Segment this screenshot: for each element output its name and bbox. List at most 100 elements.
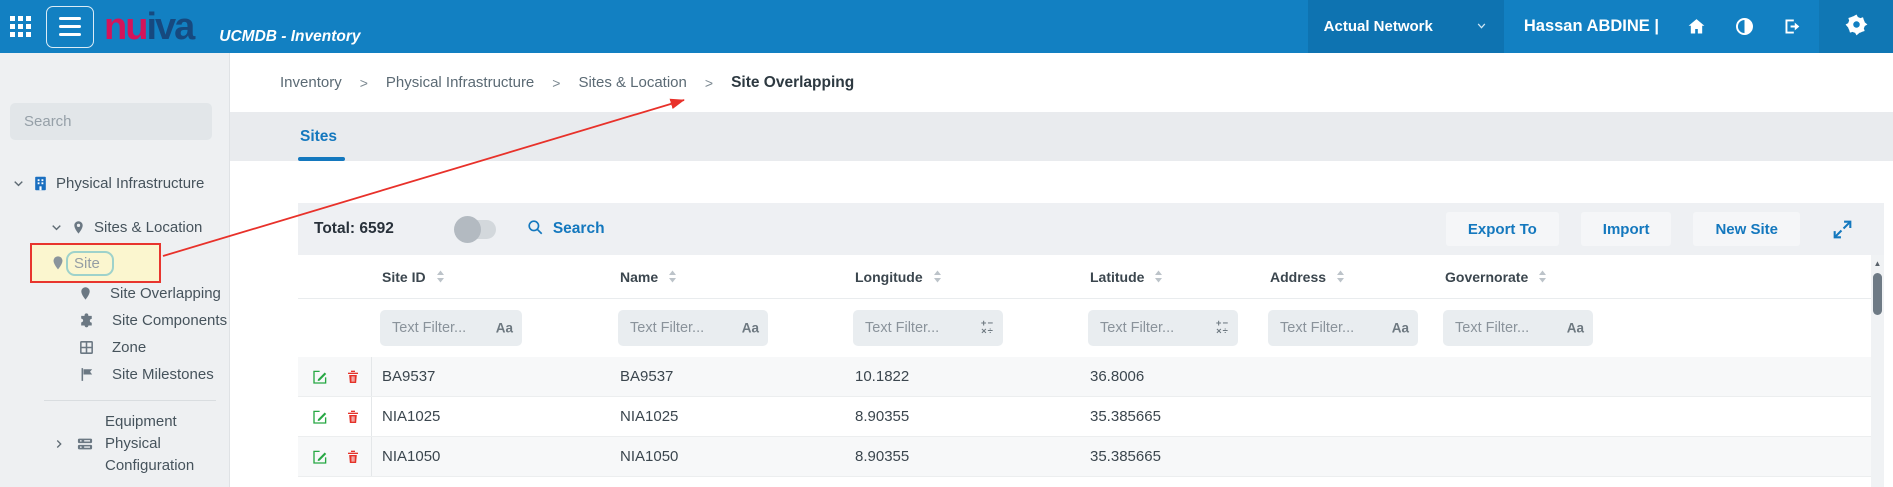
sidebar-item-physical-infrastructure[interactable]: Physical Infrastructure xyxy=(12,168,204,198)
breadcrumb-separator: > xyxy=(360,75,368,91)
filter-toggle-switch[interactable] xyxy=(456,220,496,239)
sort-icon[interactable] xyxy=(435,269,446,284)
sort-icon[interactable] xyxy=(1153,269,1164,284)
sidebar-item-label: Zone xyxy=(112,339,146,356)
toggle-knob xyxy=(454,216,481,243)
cell-latitude: 35.385665 xyxy=(1080,448,1260,465)
edit-row-icon[interactable] xyxy=(311,368,329,386)
import-button[interactable]: Import xyxy=(1581,212,1672,246)
sidebar-item-zone[interactable]: Zone xyxy=(78,333,146,361)
home-icon[interactable] xyxy=(1685,16,1707,38)
text-filter-mode-icon[interactable]: Aa xyxy=(742,321,759,336)
text-filter-mode-icon[interactable]: Aa xyxy=(1392,321,1409,336)
cell-name: NIA1025 xyxy=(610,408,845,425)
table-toolbar: Total: 6592 Search Export To Import New … xyxy=(298,203,1884,255)
settings-zone[interactable] xyxy=(1819,0,1893,53)
table-filter-row: Aa Aa +− ×÷ +− ×÷ Aa xyxy=(298,299,1884,357)
edit-row-icon[interactable] xyxy=(311,408,329,426)
location-pin-icon xyxy=(50,254,66,272)
breadcrumb-item-sites-and-location[interactable]: Sites & Location xyxy=(578,74,686,91)
sidebar-item-label: Sites & Location xyxy=(94,219,202,236)
nuiva-logo: nuiva xyxy=(104,8,193,46)
sidebar-item-site-components[interactable]: Site Components xyxy=(78,306,227,334)
column-header-longitude[interactable]: Longitude xyxy=(845,269,1080,285)
cell-site-id: BA9537 xyxy=(372,368,610,385)
main-content: Inventory > Physical Infrastructure > Si… xyxy=(230,53,1893,487)
cell-longitude: 10.1822 xyxy=(845,368,1080,385)
export-to-button[interactable]: Export To xyxy=(1446,212,1559,246)
cell-name: BA9537 xyxy=(610,368,845,385)
sort-icon[interactable] xyxy=(932,269,943,284)
sidebar-item-equipment-physical-configuration[interactable]: Equipment Physical Configuration xyxy=(53,411,221,477)
column-header-address[interactable]: Address xyxy=(1260,269,1435,285)
sidebar-divider xyxy=(44,400,216,401)
column-header-site-id[interactable]: Site ID xyxy=(372,269,610,285)
sort-icon[interactable] xyxy=(1335,269,1346,284)
numeric-filter-mode-icon[interactable]: +− ×÷ xyxy=(981,320,994,336)
total-label: Total: xyxy=(314,220,355,237)
sidebar-item-label: Site Components xyxy=(112,312,227,329)
column-label: Governorate xyxy=(1445,269,1528,285)
location-pin-icon xyxy=(71,219,86,236)
column-header-name[interactable]: Name xyxy=(610,269,845,285)
total-value: 6592 xyxy=(359,220,393,237)
vertical-scrollbar[interactable]: ▲ xyxy=(1871,255,1884,487)
delete-row-icon[interactable] xyxy=(344,448,362,466)
sidebar-item-site-highlighted[interactable]: Site xyxy=(30,243,161,283)
column-label: Latitude xyxy=(1090,269,1144,285)
cell-longitude: 8.90355 xyxy=(845,448,1080,465)
text-filter-mode-icon[interactable]: Aa xyxy=(496,321,513,336)
sort-icon[interactable] xyxy=(667,269,678,284)
sidebar-item-label: Site Overlapping xyxy=(110,285,221,302)
sidebar-item-sites-and-location[interactable]: Sites & Location xyxy=(50,212,202,242)
network-selector-dropdown[interactable]: Actual Network xyxy=(1308,0,1504,53)
breadcrumb-item-physical-infrastructure[interactable]: Physical Infrastructure xyxy=(386,74,534,91)
ucmdb-inventory-screen: nuiva UCMDB - Inventory Actual Network H… xyxy=(0,0,1893,487)
flag-icon xyxy=(78,366,95,383)
tab-bar: Sites xyxy=(230,112,1893,161)
location-pin-icon xyxy=(78,285,93,302)
new-site-button[interactable]: New Site xyxy=(1693,212,1800,246)
sidebar-item-label: Site xyxy=(74,255,100,272)
breadcrumb-item-inventory[interactable]: Inventory xyxy=(280,74,342,91)
sidebar-search-input[interactable] xyxy=(10,103,212,140)
sidebar-item-label: Site Milestones xyxy=(112,366,214,383)
delete-row-icon[interactable] xyxy=(344,408,362,426)
breadcrumb-separator: > xyxy=(705,75,713,91)
total-count: Total: 6592 xyxy=(314,220,394,238)
user-name: Hassan ABDINE | xyxy=(1524,17,1659,36)
sidebar-item-label: Physical Infrastructure xyxy=(56,175,204,192)
table-search-label: Search xyxy=(553,220,605,238)
numeric-filter-mode-icon[interactable]: +− ×÷ xyxy=(1216,320,1229,336)
column-header-governorate[interactable]: Governorate xyxy=(1435,269,1610,285)
chevron-down-icon[interactable] xyxy=(12,177,25,190)
network-selector-value: Actual Network xyxy=(1324,18,1433,35)
logout-icon[interactable] xyxy=(1781,16,1803,38)
app-launcher-icon[interactable] xyxy=(10,16,31,37)
table-search-button[interactable]: Search xyxy=(526,218,605,241)
text-filter-mode-icon[interactable]: Aa xyxy=(1567,321,1584,336)
logo-part-primary: nu xyxy=(104,6,146,48)
scrollbar-thumb[interactable] xyxy=(1873,273,1882,315)
scrollbar-up-arrow[interactable]: ▲ xyxy=(1874,260,1882,268)
top-bar: nuiva UCMDB - Inventory Actual Network H… xyxy=(0,0,1893,53)
edit-row-icon[interactable] xyxy=(311,448,329,466)
column-header-latitude[interactable]: Latitude xyxy=(1080,269,1260,285)
contrast-icon[interactable] xyxy=(1733,16,1755,38)
table-row[interactable]: BA9537 BA9537 10.1822 36.8006 xyxy=(298,357,1884,397)
cell-name: NIA1050 xyxy=(610,448,845,465)
sidebar-item-site-overlapping[interactable]: Site Overlapping xyxy=(78,279,221,307)
tab-sites[interactable]: Sites xyxy=(300,112,337,161)
cell-latitude: 36.8006 xyxy=(1080,368,1260,385)
puzzle-icon xyxy=(78,312,95,329)
table-row[interactable]: NIA1025 NIA1025 8.90355 35.385665 xyxy=(298,397,1884,437)
table-header-row: Site ID Name Longitude Latitude Address xyxy=(298,255,1884,299)
chevron-down-icon[interactable] xyxy=(50,221,63,234)
sidebar-item-site-milestones[interactable]: Site Milestones xyxy=(78,360,214,388)
delete-row-icon[interactable] xyxy=(344,368,362,386)
table-row[interactable]: NIA1050 NIA1050 8.90355 35.385665 xyxy=(298,437,1884,477)
menu-toggle-button[interactable] xyxy=(46,6,94,48)
expand-fullscreen-button[interactable] xyxy=(1824,212,1860,246)
chevron-right-icon[interactable] xyxy=(53,438,65,450)
sort-icon[interactable] xyxy=(1537,269,1548,284)
